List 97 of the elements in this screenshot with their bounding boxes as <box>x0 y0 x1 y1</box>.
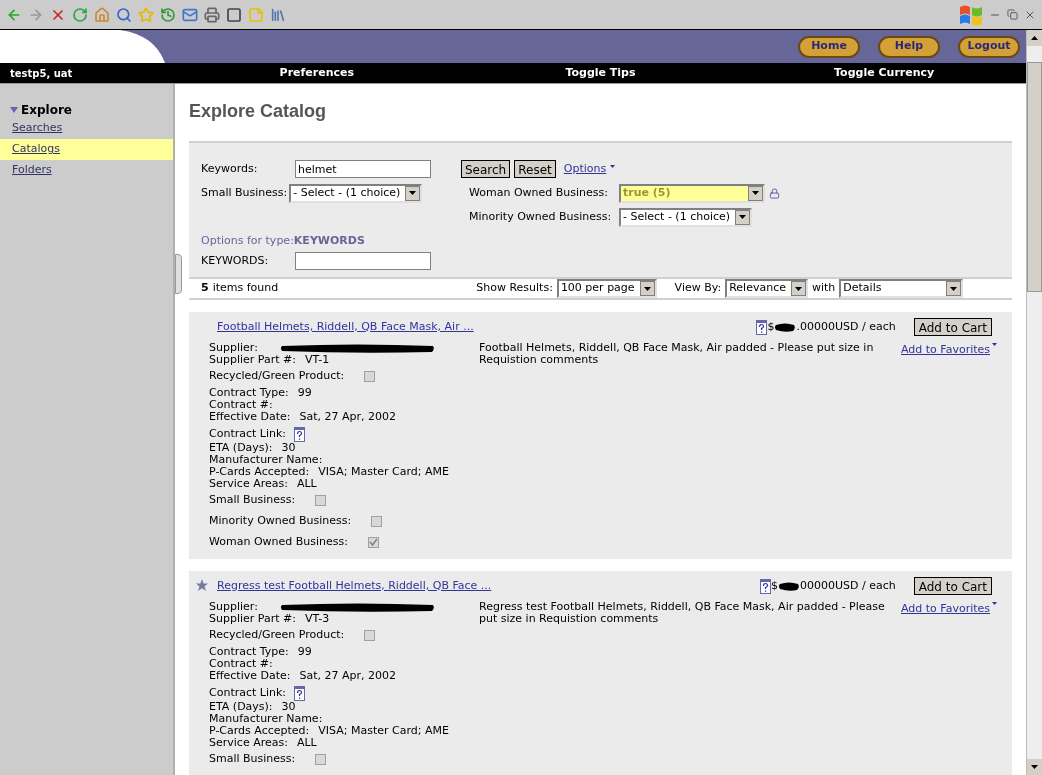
header-button[interactable]: Help <box>878 35 940 58</box>
field-label: ETA (Days): <box>209 698 273 714</box>
field-label: Keywords: <box>201 160 259 177</box>
nav-link[interactable]: Toggle Tips <box>458 64 743 82</box>
field-label: KEYWORDS: <box>201 252 270 269</box>
redaction-mark <box>778 581 800 591</box>
field-label: Contract Type: <box>209 643 289 659</box>
field-label: Contract Type: <box>209 384 289 400</box>
add-to-cart-button[interactable]: Add to Cart <box>913 577 992 595</box>
sidebar-item[interactable]: Folders <box>0 160 173 181</box>
page-title: Explore Catalog <box>189 100 328 123</box>
books-icon[interactable] <box>270 6 286 23</box>
history-icon[interactable] <box>160 6 176 23</box>
refresh-icon[interactable] <box>72 6 88 23</box>
field-label: Minority Owned Business: <box>209 513 352 530</box>
price-text: 00000USD / each <box>800 577 896 594</box>
field-value: 99 <box>297 384 312 401</box>
options-type-label: Options for type: <box>201 232 294 249</box>
scroll-down-icon[interactable] <box>1031 765 1038 769</box>
field-value: ALL <box>296 735 317 751</box>
field-label: Supplier Part #: <box>209 352 296 368</box>
caret-icon <box>992 343 998 346</box>
help-document-icon[interactable] <box>294 686 306 701</box>
restore-icon[interactable] <box>1007 9 1018 20</box>
field-label: View By: <box>674 280 722 297</box>
help-document-icon[interactable] <box>760 578 771 594</box>
field-value: 30 <box>281 439 296 455</box>
scroll-up-icon[interactable] <box>1031 36 1038 40</box>
field-label: Contract Link: <box>209 684 287 701</box>
field-value: ALL <box>296 476 317 492</box>
type-keywords-input[interactable] <box>295 252 431 270</box>
caret-icon <box>992 602 998 605</box>
sidebar-item[interactable]: Searches <box>0 118 173 139</box>
keywords-input[interactable]: helmet <box>295 160 431 178</box>
item-description: Regress test Football Helmets, Riddell, QB Face Mask, Air padded - Please put size in Requistion comments <box>479 601 886 627</box>
sidebar-item[interactable]: Catalogs <box>0 139 173 160</box>
dropdown-select[interactable]: Details <box>839 279 964 298</box>
field-label: Woman Owned Business: <box>469 184 609 201</box>
results-count-label: items found <box>212 280 279 297</box>
field-label: Supplier: <box>209 339 258 355</box>
field-value: VT-3 <box>304 610 330 627</box>
item-title-link[interactable]: Regress test Football Helmets, Riddell, QB Face ... <box>217 577 492 595</box>
field-label: Service Areas: <box>209 476 288 492</box>
price-text: .00000USD / each <box>796 318 896 335</box>
item-description: Football Helmets, Riddell, QB Face Mask, Air padded - Please put size in Requistion comments <box>479 342 875 368</box>
sidebar-section-title: Explore <box>21 102 72 119</box>
field-value: 30 <box>281 698 296 714</box>
search-form-button[interactable]: Reset <box>514 160 556 178</box>
user-name: testp5, uat <box>9 66 74 81</box>
search-form-button[interactable]: Search <box>461 160 511 178</box>
redaction-mark <box>774 322 797 332</box>
star-icon[interactable] <box>138 6 154 23</box>
results-count: 5 <box>201 280 209 297</box>
add-to-favorites-link[interactable]: Add to Favorites <box>901 342 991 359</box>
home-icon[interactable] <box>94 6 110 23</box>
dropdown-select[interactable]: - Select - (1 choice) <box>619 207 753 227</box>
field-label: ETA (Days): <box>209 439 273 455</box>
field-label: Supplier: <box>209 598 258 614</box>
field-label: Recycled/Green Product: <box>209 627 345 644</box>
field-label: Contract Link: <box>209 425 287 442</box>
field-value: Sat, 27 Apr, 2002 <box>299 667 397 684</box>
add-to-favorites-link[interactable]: Add to Favorites <box>901 601 991 618</box>
field-label: Show Results: <box>476 280 553 297</box>
mail-icon[interactable] <box>182 6 198 23</box>
window-icon[interactable] <box>226 6 242 23</box>
options-type-value: KEYWORDS <box>293 232 365 249</box>
printer-icon[interactable] <box>204 6 220 23</box>
dropdown-select[interactable]: - Select - (1 choice) <box>289 183 423 203</box>
header-button[interactable]: Logout <box>958 35 1020 58</box>
field-label: Supplier Part #: <box>209 611 296 627</box>
field-label: Small Business: <box>209 751 296 768</box>
dropdown-select[interactable]: 100 per page <box>556 279 657 298</box>
price-currency: $ <box>771 577 778 594</box>
item-title-link[interactable]: Football Helmets, Riddell, QB Face Mask, Air ... <box>217 318 474 336</box>
field-value: Sat, 27 Apr, 2002 <box>299 408 397 425</box>
help-document-icon[interactable] <box>294 427 306 442</box>
field-label: Small Business: <box>201 184 288 201</box>
expand-triangle-icon[interactable] <box>10 107 18 113</box>
field-value: 99 <box>297 643 312 660</box>
dropdown-select[interactable]: Relevance <box>725 279 808 298</box>
field-label: with <box>811 280 836 297</box>
nav-link[interactable]: Preferences <box>175 64 459 82</box>
nav-link[interactable]: Toggle Currency <box>742 64 1026 82</box>
field-label: Service Areas: <box>209 735 288 751</box>
field-label: Minority Owned Business: <box>469 208 613 225</box>
search-icon[interactable] <box>116 6 132 23</box>
caret-icon <box>610 164 616 168</box>
help-document-icon[interactable] <box>756 319 768 335</box>
header-button[interactable]: Home <box>798 35 860 58</box>
field-label: Small Business: <box>209 492 296 509</box>
add-to-cart-button[interactable]: Add to Cart <box>913 318 992 336</box>
field-label: Recycled/Green Product: <box>209 368 345 385</box>
field-value: VT-1 <box>304 351 330 368</box>
price-currency: $ <box>767 318 775 335</box>
options-link[interactable]: Options <box>563 160 607 178</box>
field-label: Woman Owned Business: <box>209 534 348 551</box>
windows-logo-icon <box>959 3 983 26</box>
